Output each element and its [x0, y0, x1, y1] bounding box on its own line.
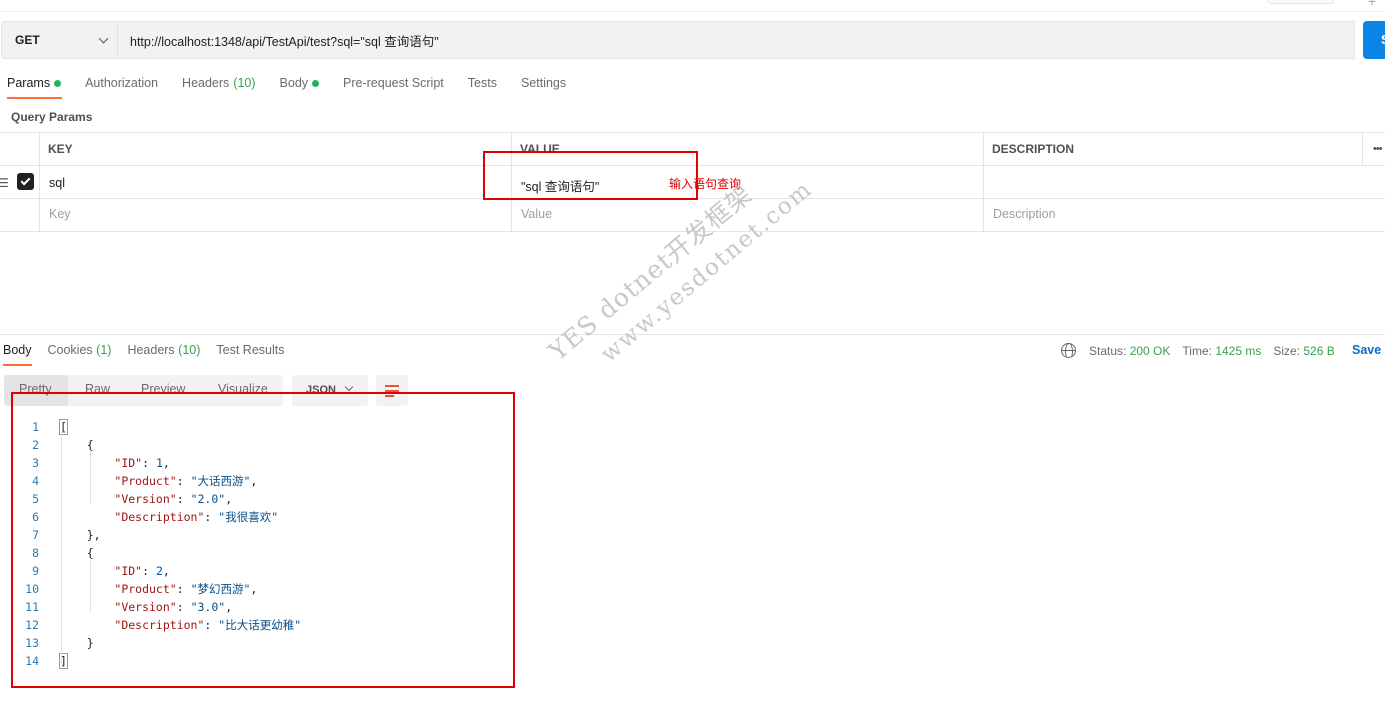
param-key-cell[interactable]: sql: [49, 176, 65, 190]
method-select[interactable]: GET: [1, 21, 118, 59]
tab-count: (10): [233, 76, 256, 90]
status-value: 200 OK: [1129, 344, 1171, 358]
active-tab-indicator: [3, 364, 32, 366]
column-header-description: DESCRIPTION: [992, 142, 1075, 156]
column-divider: [1362, 132, 1363, 165]
url-input[interactable]: http://localhost:1348/api/TestApi/test?s…: [118, 21, 1355, 59]
status-dot-icon: [54, 80, 62, 87]
response-divider: [0, 334, 1385, 335]
tab-tests[interactable]: Tests: [468, 76, 497, 100]
add-tab-icon[interactable]: +: [1368, 0, 1376, 9]
column-divider: [39, 132, 40, 232]
response-tab-cookies[interactable]: Cookies (1): [48, 343, 112, 357]
tab-settings[interactable]: Settings: [521, 76, 566, 100]
tab-label: Pre-request Script: [343, 76, 444, 90]
tab-label: Settings: [520, 76, 567, 90]
tab-headers[interactable]: Headers (10): [182, 76, 255, 100]
more-horizontal-icon[interactable]: •••: [1373, 143, 1383, 155]
time-value: 1425 ms: [1215, 344, 1262, 358]
response-tabs: Body Cookies (1) Headers (10) Test Resul…: [3, 343, 301, 357]
send-button[interactable]: S: [1363, 21, 1385, 59]
tab-label: Authorization: [85, 76, 159, 90]
tab-count: (1): [96, 343, 112, 357]
method-label: GET: [15, 33, 40, 47]
tab-count: (10): [178, 343, 201, 357]
request-tabs: Params Authorization Headers (10) Body Pr…: [0, 76, 590, 100]
param-enabled-checkbox[interactable]: [17, 173, 34, 190]
tab-label: Params: [7, 76, 51, 90]
status-item: Status: 200 OK: [1089, 344, 1170, 358]
tab-label: Test Results: [216, 343, 285, 357]
new-value-input[interactable]: Value: [521, 207, 552, 221]
top-button[interactable]: [1268, 0, 1334, 4]
new-description-input[interactable]: Description: [993, 207, 1056, 221]
top-strip: [0, 0, 1385, 12]
column-divider: [983, 132, 984, 232]
time-label: Time:: [1182, 344, 1212, 358]
table-border: [0, 132, 1385, 133]
column-header-key: KEY: [48, 142, 73, 156]
globe-icon[interactable]: [1061, 343, 1076, 358]
tab-authorization[interactable]: Authorization: [85, 76, 158, 100]
tab-pre-request-script[interactable]: Pre-request Script: [343, 76, 444, 100]
highlight-box: [11, 392, 515, 688]
tab-label: Body: [3, 343, 32, 357]
chevron-down-icon: [98, 33, 109, 43]
save-response-button[interactable]: Save R: [1352, 343, 1385, 357]
query-params-title: Query Params: [11, 110, 93, 124]
tab-label: Headers: [182, 76, 230, 90]
drag-handle-icon[interactable]: ☰: [0, 176, 9, 190]
size-item: Size: 526 B: [1273, 344, 1334, 358]
size-label: Size:: [1273, 344, 1301, 358]
response-tab-body[interactable]: Body: [3, 343, 32, 357]
tab-body[interactable]: Body: [280, 76, 320, 100]
response-status-bar: Status: 200 OK Time: 1425 ms Size: 526 B: [1089, 344, 1335, 358]
status-label: Status:: [1089, 344, 1127, 358]
tab-label: Body: [279, 76, 309, 90]
tab-label: Cookies: [47, 343, 93, 357]
time-item: Time: 1425 ms: [1182, 344, 1261, 358]
response-tab-test-results[interactable]: Test Results: [216, 343, 284, 357]
highlight-box: [483, 151, 698, 200]
tab-label: Headers: [127, 343, 175, 357]
response-tab-headers[interactable]: Headers (10): [127, 343, 200, 357]
status-dot-icon: [312, 80, 320, 87]
size-value: 526 B: [1303, 344, 1335, 358]
new-key-input[interactable]: Key: [49, 207, 71, 221]
active-tab-indicator: [7, 97, 62, 99]
tab-label: Tests: [467, 76, 497, 90]
